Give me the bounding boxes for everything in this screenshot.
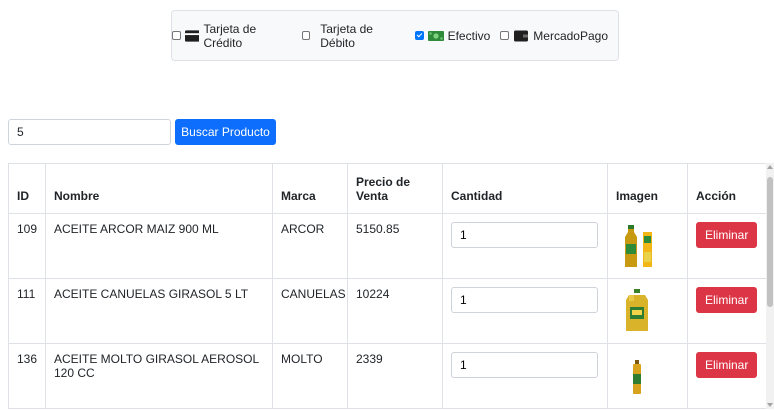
- cell-imagen: [607, 343, 688, 409]
- quantity-input[interactable]: [451, 222, 598, 248]
- cell-imagen: [607, 213, 688, 279]
- cell-imagen: [607, 278, 688, 344]
- header-id: ID: [8, 164, 46, 214]
- credit-checkbox[interactable]: [172, 31, 181, 40]
- quantity-input[interactable]: [451, 352, 598, 378]
- table-row: 109 ACEITE ARCOR MAIZ 900 ML ARCOR 5150.…: [8, 213, 766, 279]
- search-input[interactable]: [8, 119, 171, 145]
- cell-nombre: ACEITE CANUELAS GIRASOL 5 LT: [45, 278, 273, 344]
- quantity-input[interactable]: [451, 287, 598, 313]
- cell-id: 109: [8, 213, 46, 279]
- delete-button[interactable]: Eliminar: [696, 287, 758, 313]
- wallet-icon: [514, 30, 529, 41]
- payment-methods-panel: Tarjeta de Crédito Tarjeta de Débito Efe…: [171, 10, 619, 61]
- payment-option-mercadopago[interactable]: MercadoPago: [500, 26, 614, 46]
- cell-nombre: ACEITE MOLTO GIRASOL AEROSOL 120 CC: [45, 343, 273, 409]
- payment-option-credit[interactable]: Tarjeta de Crédito: [172, 22, 298, 50]
- products-table: ID Nombre Marca Precio de Venta Cantidad…: [8, 164, 766, 409]
- cell-precio: 10224: [347, 278, 443, 344]
- payment-option-debit[interactable]: Tarjeta de Débito: [301, 22, 411, 50]
- table-row: 111 ACEITE CANUELAS GIRASOL 5 LT CANUELA…: [8, 278, 766, 344]
- cash-checkbox[interactable]: [414, 31, 424, 40]
- cell-id: 111: [8, 278, 46, 344]
- mercadopago-checkbox[interactable]: [500, 31, 510, 40]
- debit-label: Tarjeta de Débito: [320, 21, 373, 50]
- table-scrollbar[interactable]: [766, 163, 774, 409]
- cell-cantidad: [442, 343, 608, 409]
- header-cantidad: Cantidad: [442, 164, 608, 214]
- header-nombre: Nombre: [45, 164, 273, 214]
- products-table-container: ID Nombre Marca Precio de Venta Cantidad…: [8, 163, 766, 410]
- header-accion: Acción: [687, 164, 766, 214]
- cell-cantidad: [442, 213, 608, 279]
- cell-accion: Eliminar: [687, 213, 766, 279]
- payment-option-cash[interactable]: Efectivo: [414, 26, 497, 46]
- cell-accion: Eliminar: [687, 343, 766, 409]
- header-precio: Precio de Venta: [347, 164, 443, 214]
- product-image: [626, 289, 648, 331]
- header-marca: Marca: [272, 164, 348, 214]
- cell-precio: 5150.85: [347, 213, 443, 279]
- cell-nombre: ACEITE ARCOR MAIZ 900 ML: [45, 213, 273, 279]
- cash-icon: [427, 30, 444, 41]
- scroll-up-arrow-icon[interactable]: [767, 165, 773, 169]
- cell-marca: MOLTO: [272, 343, 348, 409]
- cell-marca: ARCOR: [272, 213, 348, 279]
- table-row: 136 ACEITE MOLTO GIRASOL AEROSOL 120 CC …: [8, 343, 766, 409]
- product-image: [625, 225, 652, 267]
- scroll-thumb[interactable]: [767, 177, 773, 307]
- table-header-row: ID Nombre Marca Precio de Venta Cantidad…: [8, 164, 766, 214]
- debit-checkbox[interactable]: [301, 31, 311, 40]
- credit-card-icon: [184, 29, 200, 42]
- delete-button[interactable]: Eliminar: [696, 352, 758, 378]
- mercadopago-label: MercadoPago: [533, 28, 608, 43]
- search-button[interactable]: Buscar Producto: [175, 119, 276, 145]
- cell-cantidad: [442, 278, 608, 344]
- cell-accion: Eliminar: [687, 278, 766, 344]
- cell-marca: CANUELAS: [272, 278, 348, 344]
- cell-precio: 2339: [347, 343, 443, 409]
- delete-button[interactable]: Eliminar: [696, 222, 758, 248]
- product-image: [633, 360, 641, 394]
- cell-id: 136: [8, 343, 46, 409]
- credit-label: Tarjeta de Crédito: [203, 21, 257, 50]
- header-imagen: Imagen: [607, 164, 688, 214]
- cash-label: Efectivo: [447, 28, 491, 43]
- scroll-down-arrow-icon[interactable]: [767, 403, 773, 407]
